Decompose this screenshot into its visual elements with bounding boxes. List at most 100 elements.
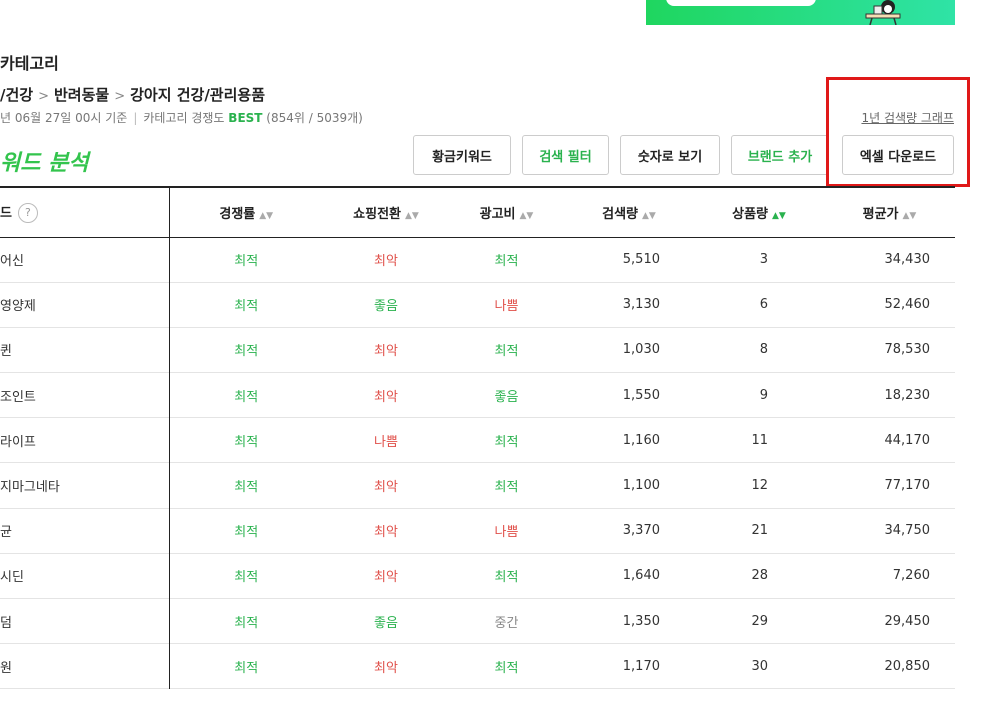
avg-price-cell: 78,530 [884, 342, 931, 358]
keyword-cell[interactable]: 시딘 [0, 553, 170, 599]
keyword-cell[interactable]: 지마그네타 [0, 462, 170, 509]
category-title: 카테고리 [0, 54, 59, 73]
product-count-cell: 30 [751, 658, 768, 674]
breadcrumb-item-pets[interactable]: 반려동물 [54, 86, 109, 104]
golden-keyword-button[interactable]: 황금키워드 [413, 135, 511, 175]
header-search-volume[interactable]: 검색량 ▲▼ [564, 187, 694, 237]
header-avg-price[interactable]: 평균가 ▲▼ [824, 187, 955, 237]
ad-cost-cell: 중간 [494, 615, 519, 631]
banner-pill [666, 0, 816, 6]
table-header-row: 드? 경쟁률 ▲▼ 쇼핑전환 ▲▼ 광고비 ▲▼ 검색량 ▲▼ 상품량 ▲▼ 평균가 ▲▼ [0, 187, 955, 237]
product-count-cell: 9 [759, 387, 768, 403]
search-volume-cell: 1,160 [622, 432, 660, 448]
yearly-search-graph-link[interactable]: 1년 검색량 그래프 [861, 109, 954, 126]
ad-cost-cell: 최적 [494, 344, 519, 360]
competition-cell: 최적 [234, 389, 259, 405]
mascot-icon [865, 0, 901, 25]
table-row[interactable]: 영양제 최적 좋음 나쁨 3,130 6 52,460 [0, 282, 955, 328]
competition-cell: 최적 [234, 570, 259, 586]
table-row[interactable]: 어신 최적 최악 최적 5,510 3 34,430 [0, 237, 955, 283]
ad-cost-cell: 최적 [494, 254, 519, 270]
number-view-button[interactable]: 숫자로 보기 [620, 135, 720, 175]
table-row[interactable]: 지마그네타 최적 최악 최적 1,100 12 77,170 [0, 462, 955, 509]
category-meta: 년 06월 27일 00시 기준 | 카테고리 경쟁도 BEST (854위 / 5… [0, 109, 363, 126]
conversion-cell: 최악 [374, 570, 398, 586]
conversion-cell: 최악 [374, 389, 398, 405]
keyword-cell[interactable]: 원 [0, 643, 170, 689]
product-count-cell: 6 [759, 297, 768, 313]
sort-icon[interactable]: ▲▼ [520, 211, 534, 221]
ad-cost-cell: 최적 [494, 570, 519, 586]
sort-icon[interactable]: ▲▼ [903, 211, 917, 221]
header-conversion[interactable]: 쇼핑전환 ▲▼ [323, 187, 449, 237]
avg-price-cell: 34,750 [884, 523, 931, 539]
sort-icon[interactable]: ▲▼ [259, 211, 273, 221]
conversion-cell: 최악 [374, 480, 398, 496]
ad-cost-cell: 최적 [494, 434, 519, 450]
conversion-cell: 최악 [374, 525, 398, 541]
search-filter-button[interactable]: 검색 필터 [522, 135, 609, 175]
meta-rank: (854위 / 5039개) [266, 111, 363, 125]
product-count-cell: 29 [751, 613, 768, 629]
keyword-cell[interactable]: 퀸 [0, 327, 170, 373]
avg-price-cell: 44,170 [884, 432, 931, 448]
header-competition[interactable]: 경쟁률 ▲▼ [169, 187, 323, 237]
sort-icon[interactable]: ▲▼ [642, 211, 656, 221]
competition-cell: 최적 [234, 254, 259, 270]
search-volume-cell: 1,170 [622, 658, 660, 674]
competition-cell: 최적 [234, 525, 259, 541]
competition-cell: 최적 [234, 299, 259, 315]
keyword-cell[interactable]: 라이프 [0, 417, 170, 463]
product-count-cell: 21 [751, 523, 768, 539]
meta-divider: | [133, 111, 138, 125]
meta-comp-value: BEST [228, 111, 263, 125]
sort-icon[interactable]: ▲▼ [405, 211, 419, 221]
table-row[interactable]: 라이프 최적 나쁨 최적 1,160 11 44,170 [0, 417, 955, 463]
add-brand-button[interactable]: 브랜드 추가 [731, 135, 829, 175]
avg-price-cell: 29,450 [884, 613, 931, 629]
avg-price-cell: 18,230 [884, 387, 931, 403]
table-row[interactable]: 균 최적 최악 나쁨 3,370 21 34,750 [0, 508, 955, 554]
product-count-cell: 3 [759, 252, 768, 268]
breadcrumb-item-health[interactable]: /건강 [0, 86, 33, 104]
breadcrumb: /건강 > 반려동물 > 강아지 건강/관리용품 [0, 84, 265, 105]
keyword-cell[interactable]: 영양제 [0, 282, 170, 328]
keyword-cell[interactable]: 어신 [0, 237, 170, 283]
header-ad-cost[interactable]: 광고비 ▲▼ [449, 187, 564, 237]
conversion-cell: 나쁨 [374, 434, 398, 450]
breadcrumb-sep: > [38, 89, 49, 104]
search-volume-cell: 1,640 [622, 568, 660, 584]
avg-price-cell: 77,170 [884, 478, 931, 494]
sort-icon-active[interactable]: ▲▼ [772, 211, 786, 221]
search-volume-cell: 1,550 [622, 387, 660, 403]
search-volume-cell: 5,510 [622, 252, 660, 268]
table-row[interactable]: 퀸 최적 최악 최적 1,030 8 78,530 [0, 327, 955, 373]
table-row[interactable]: 시딘 최적 최악 최적 1,640 28 7,260 [0, 553, 955, 599]
avg-price-cell: 7,260 [892, 568, 930, 584]
keyword-cell[interactable]: 조인트 [0, 372, 170, 418]
header-keyword: 드? [0, 187, 170, 237]
promo-banner[interactable] [646, 0, 955, 25]
product-count-cell: 12 [751, 478, 768, 494]
ad-cost-cell: 최적 [494, 480, 519, 496]
ad-cost-cell: 최적 [494, 660, 519, 676]
breadcrumb-item-dog-health[interactable]: 강아지 건강/관리용품 [130, 86, 265, 104]
table-row[interactable]: 조인트 최적 최악 좋음 1,550 9 18,230 [0, 372, 955, 418]
competition-cell: 최적 [234, 615, 259, 631]
keyword-cell[interactable]: 덤 [0, 598, 170, 644]
product-count-cell: 28 [751, 568, 768, 584]
competition-cell: 최적 [234, 660, 259, 676]
meta-comp-label: 카테고리 경쟁도 [143, 111, 225, 125]
conversion-cell: 좋음 [374, 615, 398, 631]
excel-download-button[interactable]: 엑셀 다운로드 [842, 135, 954, 175]
help-icon[interactable]: ? [17, 203, 38, 223]
keyword-cell[interactable]: 균 [0, 508, 170, 554]
avg-price-cell: 34,430 [884, 252, 931, 268]
search-volume-cell: 3,130 [622, 297, 660, 313]
search-volume-cell: 1,030 [622, 342, 660, 358]
competition-cell: 최적 [234, 344, 259, 360]
search-volume-cell: 3,370 [622, 523, 660, 539]
header-product-count[interactable]: 상품량 ▲▼ [694, 187, 824, 237]
table-row[interactable]: 덤 최적 좋음 중간 1,350 29 29,450 [0, 598, 955, 644]
table-row[interactable]: 원 최적 최악 최적 1,170 30 20,850 [0, 643, 955, 689]
